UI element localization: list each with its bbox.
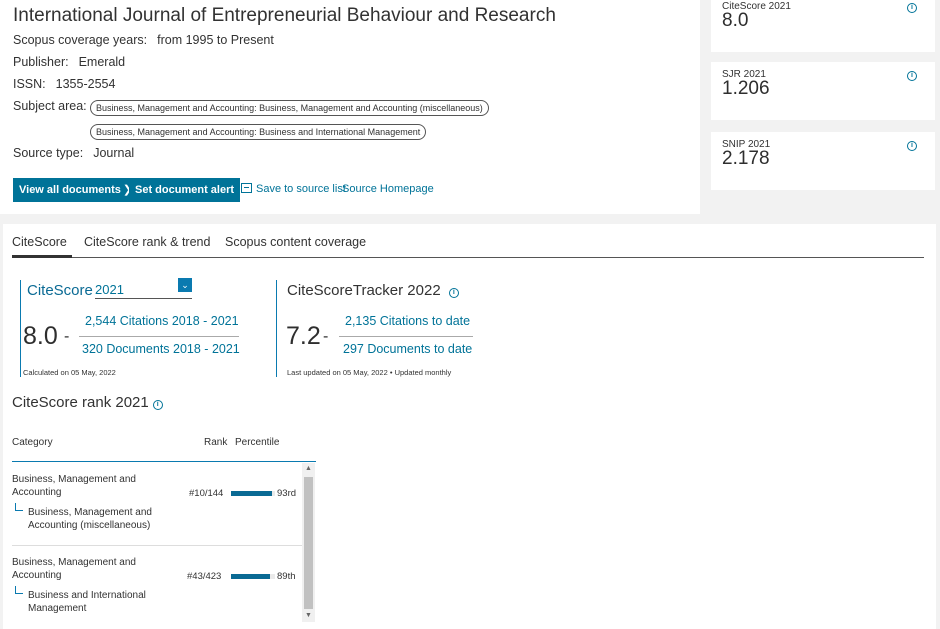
journal-title: International Journal of Entrepreneurial… [13,5,556,26]
subject-pill[interactable]: Business, Management and Accounting: Bus… [90,100,489,116]
issn-label: ISSN: [13,77,46,91]
tracker-heading-text: CiteScoreTracker 2022 [287,282,441,299]
info-icon[interactable]: i [907,71,917,81]
view-all-documents-button[interactable]: View all documents ❯ [13,178,139,202]
category-name: Business, Management and Accounting [12,474,136,498]
tab-citescore-rank-trend[interactable]: CiteScore rank & trend [84,235,210,258]
info-icon[interactable]: i [907,3,917,13]
col-category: Category [12,437,53,448]
percentile-bar [231,491,275,496]
subcategory-name: Business and International Management [28,590,146,614]
tree-branch-icon [15,503,23,511]
tracker-documents-link[interactable]: 297 Documents to date [343,342,472,356]
scroll-up-arrow-icon[interactable]: ▲ [302,463,315,475]
percentile-bar [231,574,275,579]
citescore-metric-box: CiteScore 2021 8.0 i [711,0,935,52]
subcategory-name: Business, Management and Accounting (mis… [28,507,152,531]
year-value: 2021 [95,282,124,297]
info-icon[interactable]: i [448,288,459,298]
info-icon[interactable]: i [907,141,917,151]
publisher-value: Emerald [78,55,126,69]
save-to-list-label: Save to source list [256,183,346,195]
percentile-fill [231,491,272,496]
col-percentile: Percentile [235,437,280,448]
tab-scopus-content-coverage[interactable]: Scopus content coverage [225,235,366,258]
source-type-value: Journal [93,146,135,160]
tree-branch-icon [15,586,23,594]
category-name: Business, Management and Accounting [12,557,136,581]
tracker-value: 7.2 [286,322,321,350]
metric-value: 2.178 [722,148,770,169]
year-select[interactable]: 2021 ⌄ [95,278,192,299]
fraction-line [339,336,473,337]
source-homepage-link[interactable]: Source Homepage [342,183,434,195]
citescore-box: CiteScore 2021 ⌄ 8.0 - 2,544 Citations 2… [20,278,253,377]
save-icon [241,183,252,193]
citescore-dash: - [64,328,70,345]
documents-link[interactable]: 320 Documents 2018 - 2021 [82,342,240,356]
citescore-panel: CiteScore CiteScore rank & trend Scopus … [3,224,936,629]
tracker-citations-link[interactable]: 2,135 Citations to date [345,314,470,328]
subject-pill[interactable]: Business, Management and Accounting: Bus… [90,124,427,140]
view-all-label: View all documents [19,184,121,196]
publisher-label: Publisher: [13,55,69,69]
tracker-heading: CiteScoreTracker 2022 i [287,282,459,299]
citescore-heading: CiteScore [27,282,93,299]
percentile-value: 89th [277,571,296,582]
subject-area-label: Subject area: [13,99,87,113]
issn-value: 1355-2554 [55,77,116,91]
percentile-fill [231,574,271,579]
chevron-down-icon[interactable]: ⌄ [178,278,192,292]
issn-row: ISSN: 1355-2554 [13,77,115,91]
rank-heading-text: CiteScore rank 2021 [12,394,149,411]
rank-heading: CiteScore rank 2021 i [12,394,163,411]
scroll-thumb[interactable] [304,477,313,609]
table-row: Business, Management and Accounting Busi… [12,462,302,546]
fraction-line [79,336,239,337]
save-to-source-list-link[interactable]: Save to source list [241,183,346,195]
set-document-alert-button[interactable]: Set document alert [129,178,241,202]
citescore-value: 8.0 [23,322,58,350]
percentile-value: 93rd [277,488,297,499]
coverage-value: from 1995 to Present [157,33,274,47]
citations-link[interactable]: 2,544 Citations 2018 - 2021 [85,314,239,328]
rank-value: #10/144 [189,488,224,499]
source-type-label: Source type: [13,146,84,160]
source-type-row: Source type: Journal [13,146,134,160]
metric-value: 8.0 [722,10,749,31]
tab-citescore[interactable]: CiteScore [12,235,72,258]
rank-table: Business, Management and Accounting Busi… [12,462,316,629]
publisher-row: Publisher: Emerald [13,55,125,69]
scroll-down-arrow-icon[interactable]: ▼ [302,610,315,622]
metric-value: 1.206 [722,78,770,99]
snip-metric-box: SNIP 2021 2.178 i [711,132,935,190]
tracker-updated: Last updated on 05 May, 2022 • Updated m… [287,368,452,377]
sjr-metric-box: SJR 2021 1.206 i [711,62,935,120]
table-row: Business, Management and Accounting Busi… [12,546,302,629]
rank-value: #43/423 [187,571,222,582]
journal-info-card: International Journal of Entrepreneurial… [0,0,700,214]
calculated-date: Calculated on 05 May, 2022 [23,368,116,377]
coverage-label: Scopus coverage years: [13,33,148,47]
col-rank: Rank [204,437,228,448]
citescore-tracker-box: CiteScoreTracker 2022 i 7.2 - 2,135 Cita… [276,280,476,377]
tracker-dash: - [323,328,329,345]
table-scrollbar[interactable]: ▲ ▼ [302,463,315,622]
tab-bar: CiteScore CiteScore rank & trend Scopus … [12,234,924,258]
info-icon[interactable]: i [152,400,163,410]
coverage-row: Scopus coverage years: from 1995 to Prese… [13,33,274,47]
